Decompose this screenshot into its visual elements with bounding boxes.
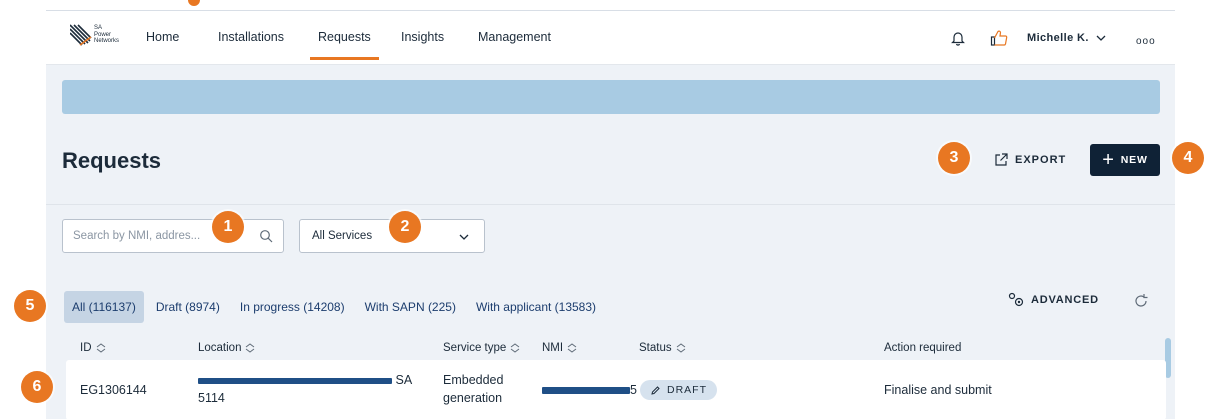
service-select-value: All Services bbox=[312, 230, 373, 242]
column-label: Status bbox=[639, 342, 672, 354]
callout-5: 5 bbox=[14, 290, 46, 322]
app-frame: SA Power Networks Home Installations Req… bbox=[46, 10, 1175, 419]
sa-power-networks-logo[interactable]: SA Power Networks bbox=[69, 23, 128, 49]
callout-2: 2 bbox=[389, 211, 421, 243]
location-postcode: 5114 bbox=[198, 391, 225, 405]
status-label: DRAFT bbox=[667, 384, 707, 396]
chevron-down-icon[interactable] bbox=[1095, 32, 1107, 44]
logo-line: Networks bbox=[94, 38, 120, 44]
service-type-line: Embedded bbox=[443, 373, 504, 387]
pencil-icon bbox=[651, 385, 660, 395]
tab-with-applicant[interactable]: With applicant (13583) bbox=[468, 291, 604, 323]
nav-home[interactable]: Home bbox=[146, 30, 179, 44]
column-header-nmi[interactable]: NMI bbox=[542, 342, 577, 354]
user-menu-name[interactable]: Michelle K. bbox=[1027, 32, 1089, 44]
location-state: SA bbox=[395, 373, 413, 387]
cropped-callout-sliver bbox=[60, 0, 320, 10]
logo-text: SA Power Networks bbox=[94, 25, 119, 45]
tab-all[interactable]: All (116137) bbox=[64, 291, 144, 323]
search-input[interactable]: Search by NMI, addres... bbox=[62, 219, 284, 253]
callout-3: 3 bbox=[938, 142, 970, 174]
section-divider bbox=[46, 204, 1175, 205]
column-label: Service type bbox=[443, 342, 507, 354]
export-label: EXPORT bbox=[1015, 154, 1067, 166]
row-nmi: 5 bbox=[542, 381, 637, 399]
callout-6: 6 bbox=[21, 371, 53, 403]
search-placeholder: Search by NMI, addres... bbox=[73, 230, 201, 242]
nav-insights[interactable]: Insights bbox=[401, 30, 444, 44]
logo-stripes-icon bbox=[69, 23, 92, 46]
row-location: SA 5114 bbox=[198, 371, 428, 407]
export-button[interactable]: EXPORT bbox=[993, 150, 1066, 170]
new-label: NEW bbox=[1120, 154, 1148, 166]
sort-icon bbox=[246, 343, 255, 353]
nav-requests[interactable]: Requests bbox=[310, 30, 379, 60]
bell-icon[interactable] bbox=[950, 30, 966, 46]
sort-icon bbox=[510, 343, 520, 353]
sort-icon bbox=[676, 343, 685, 353]
nmi-suffix: 5 bbox=[630, 383, 637, 397]
advanced-label: ADVANCED bbox=[1031, 294, 1099, 306]
more-options-icon[interactable]: ooo bbox=[1136, 36, 1156, 47]
redacted-address bbox=[198, 377, 392, 384]
column-header-location[interactable]: Location bbox=[198, 342, 255, 354]
thumbs-up-icon[interactable] bbox=[990, 29, 1008, 47]
row-action-required: Finalise and submit bbox=[884, 383, 992, 397]
redacted-nmi bbox=[542, 387, 630, 395]
column-label: Location bbox=[198, 342, 242, 354]
nav-management[interactable]: Management bbox=[478, 30, 551, 44]
search-icon[interactable] bbox=[259, 229, 273, 243]
table-row[interactable]: EG1306144 SA 5114 Embedded generation 5 … bbox=[66, 360, 1166, 419]
plus-icon: + bbox=[1102, 149, 1115, 171]
callout-1: 1 bbox=[212, 211, 244, 243]
row-id: EG1306144 bbox=[80, 383, 147, 397]
column-header-service-type[interactable]: Service type bbox=[443, 342, 520, 354]
advanced-filter-button[interactable]: ADVANCED bbox=[1008, 292, 1099, 308]
column-header-id[interactable]: ID bbox=[80, 342, 106, 354]
column-label: NMI bbox=[542, 342, 564, 354]
tab-with-sapn[interactable]: With SAPN (225) bbox=[357, 291, 464, 323]
new-request-button[interactable]: + NEW bbox=[1090, 144, 1160, 176]
service-type-line: generation bbox=[443, 391, 503, 405]
status-tabs: All (116137) Draft (8974) In progress (1… bbox=[64, 291, 608, 323]
nav-installations[interactable]: Installations bbox=[218, 30, 284, 44]
top-navbar: SA Power Networks Home Installations Req… bbox=[46, 11, 1175, 65]
callout-4: 4 bbox=[1172, 142, 1204, 174]
sort-icon bbox=[567, 343, 577, 353]
export-icon bbox=[995, 153, 1008, 166]
page-title: Requests bbox=[62, 148, 162, 173]
refresh-icon[interactable] bbox=[1133, 293, 1149, 309]
status-badge: DRAFT bbox=[640, 380, 717, 400]
tab-in-progress[interactable]: In progress (14208) bbox=[232, 291, 353, 323]
column-label: ID bbox=[80, 342, 92, 354]
column-header-status[interactable]: Status bbox=[639, 342, 686, 354]
sort-icon bbox=[96, 343, 105, 353]
tab-draft[interactable]: Draft (8974) bbox=[148, 291, 228, 323]
gears-icon bbox=[1008, 292, 1024, 307]
column-header-action-required: Action required bbox=[884, 342, 961, 354]
notification-banner bbox=[62, 80, 1160, 114]
row-service-type: Embedded generation bbox=[443, 371, 503, 407]
chevron-down-icon bbox=[459, 234, 469, 240]
column-label: Action required bbox=[884, 342, 962, 354]
